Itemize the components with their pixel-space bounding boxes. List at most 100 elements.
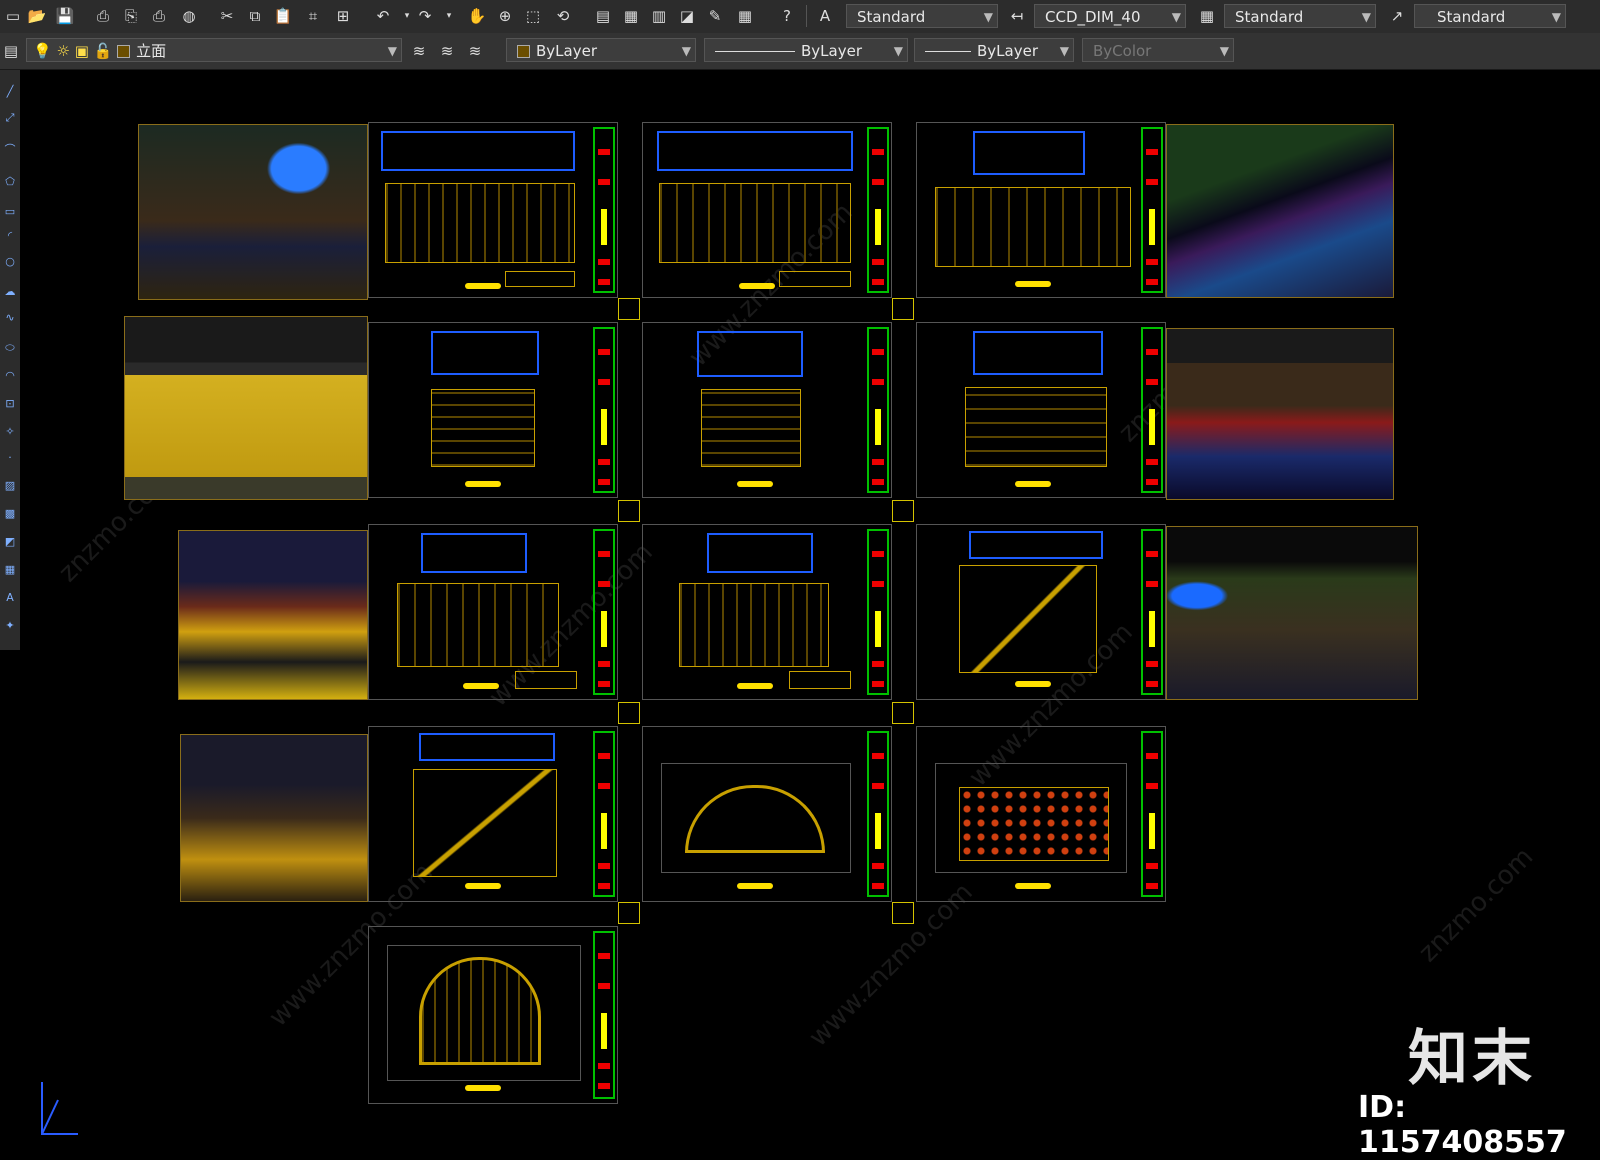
plot-preview-icon[interactable]: ⎘ (120, 5, 142, 27)
add-selected-icon[interactable]: ✦ (2, 618, 18, 634)
construction-line-icon[interactable]: ⤢ (2, 110, 18, 126)
circle-icon[interactable]: ○ (2, 254, 18, 270)
text-style-icon[interactable]: A (814, 5, 836, 27)
drawing-sheet[interactable] (368, 524, 618, 700)
ellipse-arc-icon[interactable]: ◠ (2, 368, 18, 384)
new-file-icon[interactable]: ▭ (2, 5, 24, 27)
floor-plan-frame (657, 131, 853, 171)
polyline-icon[interactable]: ⌒ (2, 142, 18, 158)
insert-block-icon[interactable]: ⊡ (2, 396, 18, 412)
dim-style-icon[interactable]: ↤ (1006, 5, 1028, 27)
title-block (593, 327, 615, 493)
stair-section-drawing (959, 565, 1097, 673)
web-icon[interactable]: ◍ (178, 5, 200, 27)
design-center-icon[interactable]: ▦ (620, 5, 642, 27)
zoom-previous-icon[interactable]: ⟲ (552, 5, 574, 27)
floor-plan-frame (431, 331, 539, 375)
spline-icon[interactable]: ∿ (2, 310, 18, 326)
region-icon[interactable]: ◩ (2, 534, 18, 550)
help-icon[interactable]: ? (776, 5, 798, 27)
paste-icon[interactable]: 📋 (272, 5, 294, 27)
multileader-style-combo[interactable]: Standard ▼ (1414, 4, 1566, 28)
rectangle-icon[interactable]: ▭ (2, 204, 18, 220)
point-icon[interactable]: · (2, 450, 18, 466)
properties-icon[interactable]: ▤ (592, 5, 614, 27)
lineweight-value: ByLayer (977, 42, 1038, 60)
drawing-caption (463, 683, 499, 689)
text-style-value: Standard (857, 8, 926, 26)
redo-dropdown-icon[interactable]: ▾ (438, 5, 460, 27)
lineweight-combo[interactable]: ByLayer ▼ (914, 38, 1074, 62)
text-style-combo[interactable]: Standard ▼ (846, 4, 998, 28)
make-block-icon[interactable]: ✧ (2, 424, 18, 440)
quickcalc-icon[interactable]: ▦ (734, 5, 756, 27)
print-icon[interactable]: ⎙ (92, 5, 114, 27)
layer-combo[interactable]: 💡 ☼ ▣ 🔓 立面 ▼ (26, 38, 402, 62)
model-space-canvas[interactable]: znzmo.com www.znzmo.com znzmo.com znzmo.… (22, 70, 1600, 1142)
drawing-sheet[interactable] (916, 524, 1166, 700)
match-properties-icon[interactable]: ⌗ (302, 5, 324, 27)
layers-toolbar: ▤ 💡 ☼ ▣ 🔓 立面 ▼ ≋ ≋ ≋ ByLayer ▼ ByLayer ▼ B… (0, 33, 1600, 70)
dim-style-combo[interactable]: CCD_DIM_40 ▼ (1034, 4, 1186, 28)
lighting-elevation-drawing (959, 787, 1109, 861)
open-file-icon[interactable]: 📂 (26, 5, 48, 27)
multileader-style-icon[interactable]: ↗ (1386, 5, 1408, 27)
chevron-down-icon: ▼ (1219, 44, 1229, 58)
zoom-window-icon[interactable]: ⬚ (522, 5, 544, 27)
drawing-sheet[interactable] (642, 524, 892, 700)
polygon-icon[interactable]: ⬠ (2, 174, 18, 190)
linetype-value: ByLayer (801, 42, 862, 60)
drawing-sheet[interactable] (368, 926, 618, 1104)
table-style-icon[interactable]: ▦ (1196, 5, 1218, 27)
elevation-drawing (679, 583, 829, 667)
drawing-sheet[interactable] (368, 322, 618, 498)
drawing-sheet[interactable] (916, 122, 1166, 298)
save-icon[interactable]: 💾 (54, 5, 76, 27)
chevron-down-icon: ▼ (387, 44, 397, 58)
sheet-connector (892, 902, 914, 924)
copy-icon[interactable]: ⧉ (244, 5, 266, 27)
make-current-layer-icon[interactable]: ≋ (408, 40, 430, 62)
table-icon[interactable]: ▦ (2, 562, 18, 578)
publish-icon[interactable]: ⎙ (148, 5, 170, 27)
cut-icon[interactable]: ✂ (216, 5, 238, 27)
drawing-sheet[interactable] (368, 726, 618, 902)
zoom-realtime-icon[interactable]: ⊕ (494, 5, 516, 27)
undo-icon[interactable]: ↶ (372, 5, 394, 27)
title-block (593, 731, 615, 897)
gradient-icon[interactable]: ▩ (2, 506, 18, 522)
block-editor-icon[interactable]: ⊞ (332, 5, 354, 27)
drawing-sheet[interactable] (368, 122, 618, 298)
drawing-sheet[interactable] (916, 322, 1166, 498)
tool-palettes-icon[interactable]: ▥ (648, 5, 670, 27)
drawing-caption (1015, 883, 1051, 889)
hatch-icon[interactable]: ▨ (2, 478, 18, 494)
line-tool-icon[interactable]: ╱ (2, 84, 18, 100)
pan-icon[interactable]: ✋ (466, 5, 488, 27)
drawing-sheet[interactable] (642, 122, 892, 298)
drawing-sheet[interactable] (642, 322, 892, 498)
linetype-combo[interactable]: ByLayer ▼ (704, 38, 908, 62)
ellipse-icon[interactable]: ⬭ (2, 340, 18, 356)
mtext-icon[interactable]: A (2, 590, 18, 606)
lock-icon: 🔓 (93, 42, 113, 60)
floor-plan-frame (973, 331, 1103, 375)
drawing-sheet[interactable] (916, 726, 1166, 902)
drawing-sheet[interactable] (642, 726, 892, 902)
layer-state-icon[interactable]: ≋ (464, 40, 486, 62)
sheet-set-icon[interactable]: ◪ (676, 5, 698, 27)
color-combo[interactable]: ByLayer ▼ (506, 38, 696, 62)
render-image (1166, 328, 1394, 500)
layer-properties-icon[interactable]: ▤ (0, 40, 22, 62)
elevation-drawing (701, 389, 801, 467)
title-block (867, 127, 889, 293)
revision-cloud-icon[interactable]: ☁ (2, 284, 18, 300)
markup-icon[interactable]: ✎ (704, 5, 726, 27)
table-style-combo[interactable]: Standard ▼ (1224, 4, 1376, 28)
color-value: ByLayer (536, 42, 597, 60)
floor-plan-frame (969, 531, 1103, 559)
sheet-connector (618, 500, 640, 522)
redo-icon[interactable]: ↷ (414, 5, 436, 27)
layer-previous-icon[interactable]: ≋ (436, 40, 458, 62)
arc-icon[interactable]: ◜ (2, 228, 18, 244)
